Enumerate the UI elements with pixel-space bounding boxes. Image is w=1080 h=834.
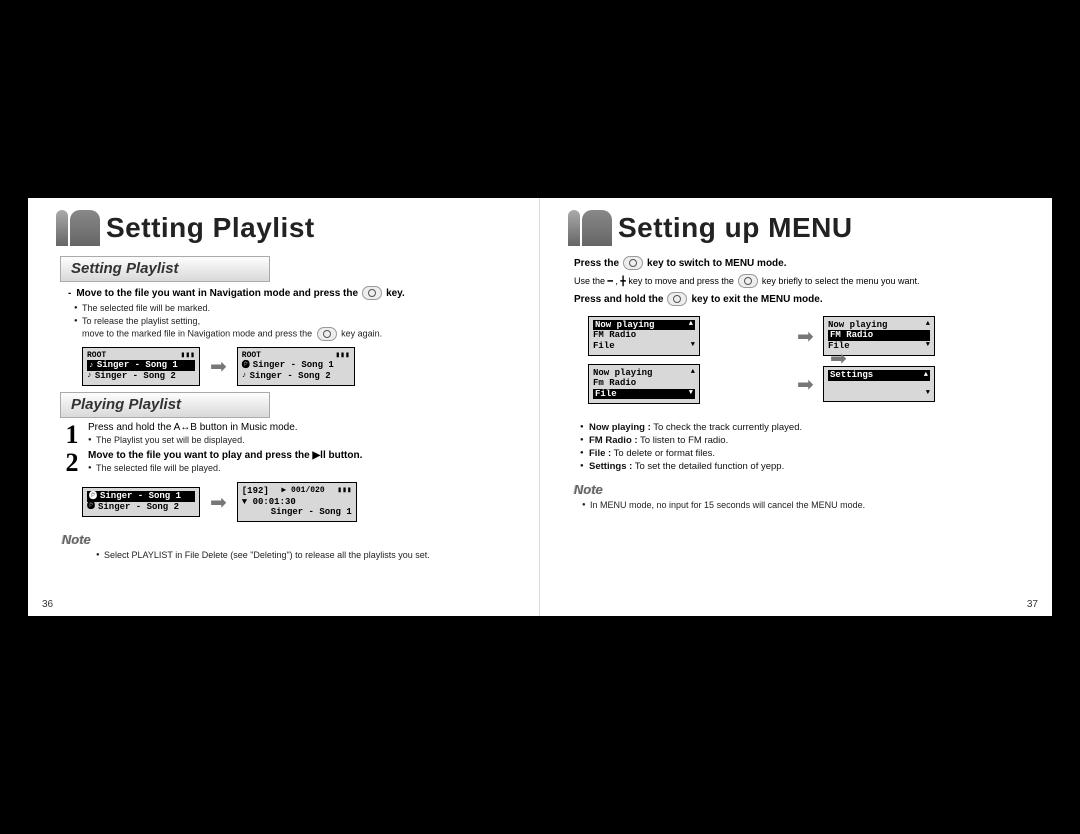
arrow-right-icon: ➡ [830,346,847,371]
arrow-right-icon: ➡ [797,324,815,349]
step-number: 1 [62,422,82,448]
select-key-icon [623,256,643,270]
title-bar: Setting up MENU [568,210,1024,246]
list-item: File : To delete or format files. [580,448,1024,459]
select-key-icon [317,327,337,341]
menu-screens-grid: Now playing▲ FM Radio File▼ ➡ Now playin… [588,316,1024,412]
note-text: In MENU mode, no input for 15 seconds wi… [582,499,1024,511]
bullet: The selected file will be marked. [74,302,511,314]
step-1: 1 Press and hold the A↔B button in Music… [62,422,511,448]
lcd-playlist: 🅟Singer - Song 1 🅟Singer - Song 2 [82,487,200,517]
note-label: Note [574,482,1024,497]
lcd-row-play: 🅟Singer - Song 1 🅟Singer - Song 2 ➡ [192… [82,482,511,522]
page-36: Setting Playlist Setting Playlist - Move… [28,198,540,616]
step1-text: Press and hold the A↔B button in Music m… [88,422,511,433]
bullet: The selected file will be played. [88,462,511,474]
section-header-setting: Setting Playlist [60,256,270,282]
step-number: 2 [62,450,82,476]
step-2: 2 Move to the file you want to play and … [62,450,511,476]
bullet-cont-post: key again. [341,329,382,339]
title-bar: Setting Playlist [56,210,511,246]
select-key-icon [667,292,687,306]
select-key-icon [362,286,382,300]
page-title: Setting up MENU [618,212,853,244]
bullet-list-1: The selected file will be marked. To rel… [74,302,511,341]
list-item: Settings : To set the detailed function … [580,461,1024,472]
lcd-row-root: ROOT▮▮▮ ♪Singer - Song 1 ♪Singer - Song … [82,347,511,386]
instruction-1: - Move to the file you want in Navigatio… [68,286,511,300]
lcd-root-after: ROOT▮▮▮ 🅟Singer - Song 1 ♪Singer - Song … [237,347,355,386]
section-header-playing: Playing Playlist [60,392,270,418]
lcd-menu-a: Now playing▲ FM Radio File▼ [588,316,700,356]
battery-icon: ▮▮▮ [337,486,351,496]
bullet-cont-pre: move to the marked file in Navigation mo… [82,329,312,339]
mark-icon: 🅟 [89,492,97,501]
lcd-root-before: ROOT▮▮▮ ♪Singer - Song 1 ♪Singer - Song … [82,347,200,386]
arrow-right-icon: ➡ [797,372,815,397]
title-tab-icon [568,210,612,246]
lcd-menu-c: Now playing▲ Fm Radio File▼ [588,364,700,404]
instruction-line-2: Use the ━ , ╋ key to move and press the … [574,274,1024,288]
bitrate-icon: [192] [242,486,269,496]
page-number: 36 [42,599,53,610]
arrow-right-icon: ➡ [210,354,227,379]
lcd-nowplaying: [192]▶ 001/020▮▮▮ ▼ 00:01:30 Singer - So… [237,482,357,522]
arrow-right-icon: ➡ [210,490,227,515]
mark-icon: 🅟 [242,361,250,370]
page-number: 37 [1027,599,1038,610]
instruction-line-3: Press and hold the key to exit the MENU … [574,292,1024,306]
instr1-pre: Move to the file you want in Navigation … [76,288,358,299]
note-label: Note [62,532,511,547]
manual-spread: Setting Playlist Setting Playlist - Move… [28,198,1052,616]
list-item: FM Radio : To listen to FM radio. [580,435,1024,446]
bullet: The Playlist you set will be displayed. [88,434,511,446]
instr1-post: key. [386,288,405,299]
mark-icon: 🅟 [87,502,95,511]
note-text: Select PLAYLIST in File Delete (see "Del… [96,549,511,561]
definitions-list: Now playing : To check the track current… [580,422,1024,472]
list-item: Now playing : To check the track current… [580,422,1024,433]
instruction-line-1: Press the key to switch to MENU mode. [574,256,1024,270]
music-icon: ♪ [89,361,94,370]
bullet: To release the playlist setting, move to… [74,315,511,341]
title-tab-icon [56,210,100,246]
music-icon: ♪ [242,371,247,380]
page-37: Setting up MENU Press the key to switch … [540,198,1052,616]
lcd-menu-d: Settings▲ ▼ [823,366,935,401]
select-key-icon [738,274,758,288]
music-icon: ♪ [87,371,92,380]
step2-text: Move to the file you want to play and pr… [88,450,511,461]
battery-icon: ▮▮▮ [335,351,349,360]
battery-icon: ▮▮▮ [181,351,195,360]
page-title: Setting Playlist [106,212,315,244]
